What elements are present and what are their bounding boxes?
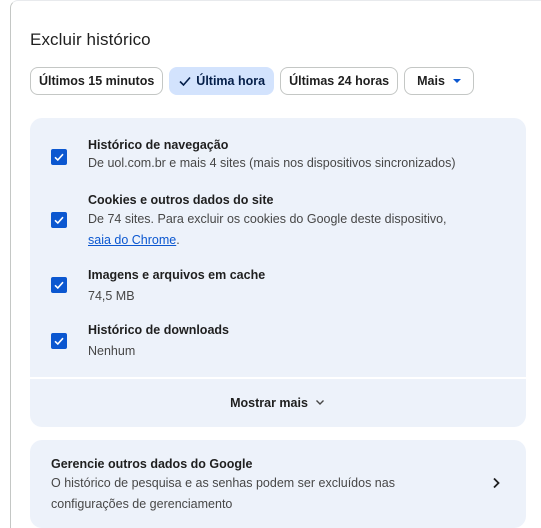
item-title: Imagens e arquivos em cache [88, 268, 266, 282]
chip-last-15-minutes[interactable]: Últimos 15 minutos [30, 67, 164, 95]
chip-label: Últimas 24 horas [289, 74, 390, 88]
item-desc: De uol.com.br e mais 4 sites (mais nos d… [88, 156, 456, 170]
chip-label: Última hora [196, 74, 266, 88]
chip-label: Mais [417, 74, 445, 88]
item-desc: 74,5 MB [88, 289, 135, 303]
item-title: Cookies e outros dados do site [88, 193, 274, 207]
clear-history-dialog: Excluir histórico Últimos 15 minutos Últ… [10, 0, 541, 528]
dialog-title: Excluir histórico [30, 30, 151, 49]
checkbox-browsing-history[interactable] [51, 149, 67, 165]
chevron-right-icon [490, 476, 502, 495]
checkbox-download-history[interactable] [51, 333, 67, 349]
show-more-label: Mostrar mais [230, 396, 308, 410]
item-title: Histórico de navegação [88, 138, 229, 152]
checkbox-cookies[interactable] [51, 212, 67, 228]
manage-desc: O histórico de pesquisa e as senhas pode… [51, 476, 395, 511]
checkmark-icon [178, 74, 192, 88]
caret-down-icon [452, 79, 461, 83]
manage-title: Gerencie outros dados do Google [51, 457, 253, 471]
item-desc: De 74 sites. Para excluir os cookies do … [88, 212, 447, 226]
chip-label: Últimos 15 minutos [39, 74, 155, 88]
item-desc: Nenhum [88, 344, 136, 358]
item-desc-link-line: saia do Chrome. [88, 230, 180, 251]
link-suffix: . [176, 233, 180, 247]
sign-out-chrome-link[interactable]: saia do Chrome [88, 233, 176, 247]
chip-last-24-hours[interactable]: Últimas 24 horas [280, 67, 399, 95]
show-more-button[interactable]: Mostrar mais [30, 379, 526, 427]
checkbox-cached-images[interactable] [51, 277, 67, 293]
chip-last-hour[interactable]: Última hora [169, 67, 275, 95]
item-title: Histórico de downloads [88, 323, 229, 337]
chevron-down-icon [314, 396, 326, 411]
chip-more-dropdown[interactable]: Mais [404, 67, 474, 95]
time-range-chips: Últimos 15 minutos Última hora Últimas 2… [30, 67, 474, 95]
data-types-panel: Histórico de navegação De uol.com.br e m… [30, 118, 526, 377]
manage-google-data-row[interactable]: Gerencie outros dados do Google O histór… [30, 440, 526, 528]
